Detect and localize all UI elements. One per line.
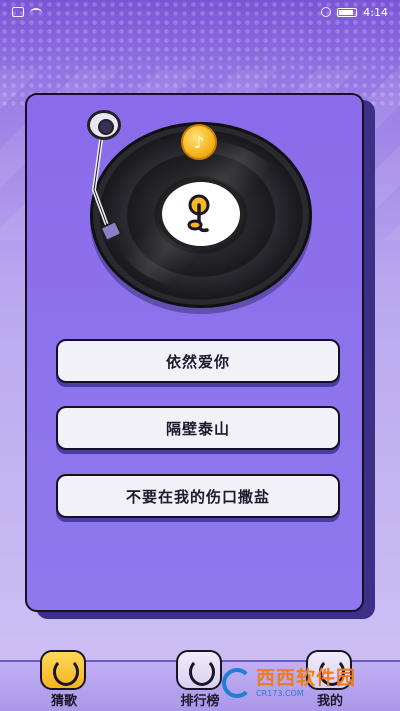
sim-icon: [12, 7, 24, 17]
wifi-icon: [30, 7, 42, 17]
status-bar: 4:14: [0, 0, 400, 24]
watermark-logo-icon: [222, 668, 252, 698]
nav-ranking[interactable]: 排行榜: [170, 650, 230, 711]
answer-option-1[interactable]: 依然爱你: [56, 339, 340, 383]
nav-label: 排行榜: [180, 694, 220, 709]
answer-option-2[interactable]: 隔壁泰山: [56, 406, 340, 450]
watermark-title: 西西软件园: [256, 666, 357, 689]
nav-label: 猜歌: [50, 694, 77, 709]
watermark: 西西软件园 CR173.COM: [222, 662, 382, 704]
tonearm: [91, 132, 122, 242]
music-coin-icon: ♪: [181, 124, 217, 160]
ranking-icon: [176, 650, 222, 690]
answer-option-3[interactable]: 不要在我的伤口撒盐: [56, 474, 340, 518]
music-note-icon: [187, 194, 210, 233]
mute-icon: [321, 7, 332, 17]
tonearm-base: [87, 110, 121, 140]
battery-icon: [337, 7, 358, 17]
status-time: 4:14: [363, 5, 388, 19]
music-note-icon: [40, 650, 86, 690]
watermark-subtitle: CR173.COM: [256, 688, 304, 698]
nav-guess-song[interactable]: 猜歌: [34, 650, 94, 711]
